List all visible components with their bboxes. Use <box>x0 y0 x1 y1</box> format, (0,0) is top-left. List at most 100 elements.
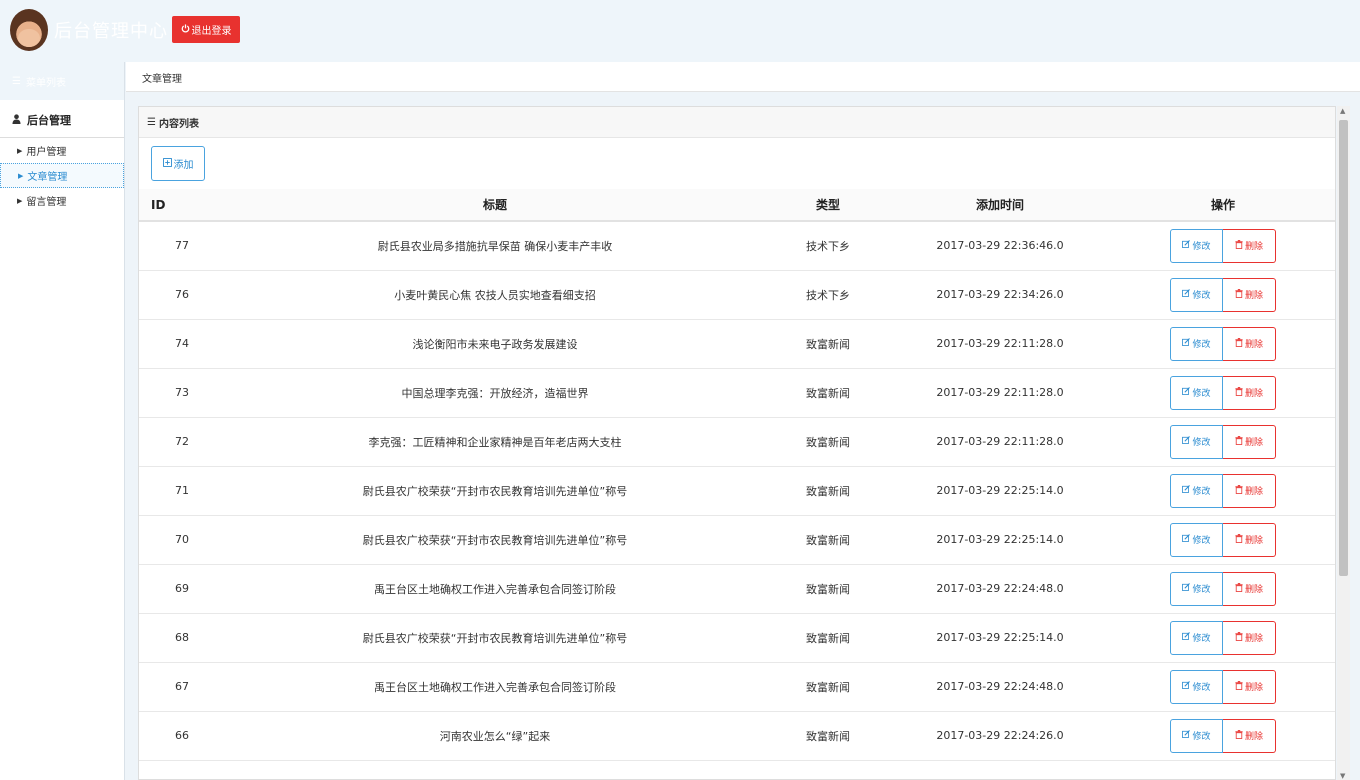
content-panel: ☰ 内容列表 添加 ID 标题 类型 添加时间 操作 77 尉氏县农业局多措施抗旱… <box>138 106 1336 780</box>
sidebar-item-users[interactable]: ▶ 用户管理 <box>0 138 124 163</box>
table-row: 73 中国总理李克强：开放经济，造福世界 致富新闻 2017-03-29 22:11:… <box>139 368 1335 417</box>
cell-time: 2017-03-29 22:24:26.0 <box>936 729 1064 742</box>
delete-label: 删除 <box>1244 732 1263 742</box>
trash-icon <box>1235 680 1243 693</box>
table-row: 72 李克强：工匠精神和企业家精神是百年老店两大支柱 致富新闻 2017-03-29 … <box>139 417 1335 466</box>
cell-title: 浅论衡阳市未来电子政务发展建设 <box>412 337 578 351</box>
cell-id: 70 <box>175 533 189 546</box>
cell-time: 2017-03-29 22:25:14.0 <box>936 484 1064 497</box>
delete-label: 删除 <box>1244 389 1263 399</box>
delete-button[interactable]: 删除 <box>1223 424 1276 459</box>
avatar <box>10 9 48 51</box>
table-row: 66 河南农业怎么“绿”起来 致富新闻 2017-03-29 22:24:26.0 修改… <box>139 711 1335 760</box>
trash-icon <box>1235 239 1243 252</box>
cell-actions: 修改 删除 <box>1109 564 1335 613</box>
edit-button[interactable]: 修改 <box>1170 326 1223 361</box>
cell-title: 中国总理李克强：开放经济，造福世界 <box>401 386 589 400</box>
cell-actions: 修改 删除 <box>1109 711 1335 760</box>
cell-type: 致富新闻 <box>806 484 850 498</box>
edit-icon <box>1182 338 1191 349</box>
trash-icon <box>1235 533 1243 546</box>
trash-icon <box>1235 484 1243 497</box>
delete-button[interactable]: 删除 <box>1223 522 1276 557</box>
delete-button[interactable]: 删除 <box>1223 228 1276 263</box>
table-row: 76 小麦叶黄民心焦 农技人员实地查看细支招 技术下乡 2017-03-29 22:3… <box>139 270 1335 319</box>
cell-time: 2017-03-29 22:11:28.0 <box>936 337 1064 350</box>
edit-icon <box>1182 240 1191 251</box>
edit-button[interactable]: 修改 <box>1170 375 1223 410</box>
edit-button[interactable]: 修改 <box>1170 473 1223 508</box>
sidebar-item-messages[interactable]: ▶ 留言管理 <box>0 188 124 213</box>
scroll-up-icon[interactable]: ▲ <box>1340 107 1345 115</box>
add-button[interactable]: 添加 <box>151 146 205 181</box>
edit-label: 修改 <box>1192 683 1211 693</box>
panel-title: 内容列表 <box>158 118 199 130</box>
edit-label: 修改 <box>1192 634 1211 644</box>
edit-label: 修改 <box>1192 438 1211 448</box>
edit-button[interactable]: 修改 <box>1170 620 1223 655</box>
delete-button[interactable]: 删除 <box>1223 571 1276 606</box>
cell-actions: 修改 删除 <box>1109 319 1335 368</box>
logout-button[interactable]: 退出登录 <box>172 16 240 43</box>
edit-button[interactable]: 修改 <box>1170 277 1223 312</box>
cell-actions: 修改 删除 <box>1109 417 1335 466</box>
table-header-row: ID 标题 类型 添加时间 操作 <box>139 189 1335 222</box>
cell-time: 2017-03-29 22:36:46.0 <box>936 239 1064 253</box>
delete-button[interactable]: 删除 <box>1223 277 1276 312</box>
edit-icon <box>1182 632 1191 643</box>
cell-actions: 修改 删除 <box>1109 368 1335 417</box>
delete-button[interactable]: 删除 <box>1223 473 1276 508</box>
delete-label: 删除 <box>1244 340 1263 350</box>
edit-label: 修改 <box>1192 340 1211 350</box>
cell-title: 尉氏县农广校荣获“开封市农民教育培训先进单位”称号 <box>362 533 628 547</box>
edit-icon <box>1182 730 1191 741</box>
edit-icon <box>1182 485 1191 496</box>
edit-icon <box>1182 436 1191 447</box>
delete-button[interactable]: 删除 <box>1223 718 1276 753</box>
edit-button[interactable]: 修改 <box>1170 228 1223 263</box>
cell-type: 技术下乡 <box>806 239 850 253</box>
edit-icon <box>1182 583 1191 594</box>
header-id: ID <box>139 189 225 222</box>
sidebar-item-articles[interactable]: ▶ 文章管理 <box>0 163 124 188</box>
cell-type: 致富新闻 <box>806 729 850 743</box>
delete-label: 删除 <box>1244 683 1263 693</box>
edit-icon <box>1182 387 1191 398</box>
edit-button[interactable]: 修改 <box>1170 669 1223 704</box>
sidebar-item-label: 文章管理 <box>27 172 68 183</box>
cell-id: 76 <box>175 288 189 301</box>
delete-label: 删除 <box>1244 487 1263 497</box>
delete-button[interactable]: 删除 <box>1223 620 1276 655</box>
edit-button[interactable]: 修改 <box>1170 718 1223 753</box>
delete-label: 删除 <box>1244 242 1263 253</box>
delete-button[interactable]: 删除 <box>1223 326 1276 361</box>
scrollbar-thumb[interactable] <box>1339 120 1348 576</box>
cell-type: 致富新闻 <box>806 631 850 645</box>
sidebar-item-label: 用户管理 <box>26 147 67 158</box>
delete-label: 删除 <box>1244 536 1263 546</box>
edit-button[interactable]: 修改 <box>1170 522 1223 557</box>
edit-button[interactable]: 修改 <box>1170 424 1223 459</box>
cell-time: 2017-03-29 22:24:48.0 <box>936 582 1064 595</box>
scroll-down-icon[interactable]: ▼ <box>1340 772 1345 780</box>
table-row: 67 禹王台区土地确权工作进入完善承包合同签订阶段 致富新闻 2017-03-29 2… <box>139 662 1335 711</box>
sidebar-menu-title: 菜单列表 <box>25 77 66 89</box>
edit-button[interactable]: 修改 <box>1170 571 1223 606</box>
edit-label: 修改 <box>1192 585 1211 595</box>
breadcrumb-current: 文章管理 <box>142 74 182 85</box>
table-row: 77 尉氏县农业局多措施抗旱保苗 确保小麦丰产丰收 技术下乡 2017-03-29 2… <box>139 221 1335 270</box>
table-row: 70 尉氏县农广校荣获“开封市农民教育培训先进单位”称号 致富新闻 2017-03-2… <box>139 515 1335 564</box>
power-icon <box>181 23 190 36</box>
delete-label: 删除 <box>1244 438 1263 448</box>
logout-label: 退出登录 <box>191 26 232 37</box>
delete-button[interactable]: 删除 <box>1223 375 1276 410</box>
edit-label: 修改 <box>1192 487 1211 497</box>
articles-table: ID 标题 类型 添加时间 操作 77 尉氏县农业局多措施抗旱保苗 确保小麦丰产丰… <box>139 189 1335 761</box>
cell-actions: 修改 删除 <box>1109 662 1335 711</box>
sidebar-section-title[interactable]: 后台管理 <box>0 103 124 138</box>
trash-icon <box>1235 631 1243 644</box>
delete-button[interactable]: 删除 <box>1223 669 1276 704</box>
trash-icon <box>1235 386 1243 399</box>
delete-label: 删除 <box>1244 585 1263 595</box>
scrollbar[interactable]: ▲ ▼ <box>1337 106 1350 780</box>
